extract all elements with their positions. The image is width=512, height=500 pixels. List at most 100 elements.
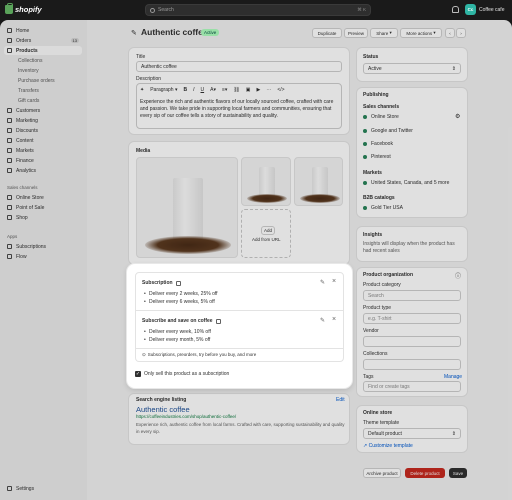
seo-edit-link[interactable]: Edit	[336, 397, 345, 403]
sidebar-item-orders[interactable]: Orders 13	[4, 36, 82, 45]
subscription-info-icon: ⊙	[142, 351, 146, 357]
share-button[interactable]: Share ▾	[370, 28, 398, 38]
status-select[interactable]: Active ⇕	[363, 63, 461, 74]
status-badge: Active	[201, 29, 220, 36]
b2b-value: Gold Tier USA	[363, 205, 403, 211]
edit-icon[interactable]: ✎	[320, 317, 325, 324]
published-dot-icon	[363, 180, 367, 185]
sidebar-item-inventory[interactable]: Inventory	[4, 66, 82, 75]
seo-title: Authentic coffee	[136, 405, 190, 414]
shopify-logo[interactable]: shopify	[5, 3, 42, 14]
insights-heading: Insights	[363, 232, 383, 238]
collections-input[interactable]	[363, 359, 461, 370]
sidebar-item-transfers[interactable]: Transfers	[4, 86, 82, 95]
product-image-main[interactable]	[136, 157, 238, 258]
customize-template-link[interactable]: ↗ Customize template	[363, 443, 413, 449]
description-text[interactable]: Experience the rich and authentic flavor…	[140, 99, 338, 120]
type-input[interactable]: e.g. T-shirt	[363, 313, 461, 324]
sparkle-icon[interactable]: ✦	[140, 87, 144, 93]
bank-icon	[7, 158, 12, 163]
discount-icon	[7, 128, 12, 133]
shop-icon	[7, 215, 12, 220]
chevron-down-icon: ▾	[389, 30, 392, 35]
channel-facebook: Facebook	[363, 141, 393, 147]
save-button[interactable]: Save	[449, 468, 467, 478]
bold-icon[interactable]: B	[183, 87, 187, 93]
content-icon	[7, 138, 12, 143]
manage-channels-icon[interactable]: ⚙	[455, 113, 460, 120]
next-product-button[interactable]: ›	[456, 28, 466, 38]
chevron-left-icon: ‹	[449, 30, 451, 36]
tags-manage-link[interactable]: Manage	[444, 374, 462, 380]
sidebar-item-products[interactable]: Products	[4, 46, 82, 55]
type-label: Product type	[363, 305, 392, 311]
text-color-icon[interactable]: A▾	[210, 87, 216, 93]
sidebar-item-flow[interactable]: Flow	[4, 252, 82, 261]
sidebar-item-settings[interactable]: Settings	[4, 484, 82, 493]
search-shortcut: ⌘ K	[357, 7, 366, 12]
sidebar-item-point-of-sale[interactable]: Point of Sale	[4, 203, 82, 212]
image-icon[interactable]: ▣	[246, 87, 251, 93]
tags-input[interactable]: Find or create tags	[363, 381, 461, 392]
subscriptions-app-footer[interactable]: ⊙ Subscriptions, preorders, try before yo…	[135, 348, 344, 362]
code-icon[interactable]: </>	[277, 87, 284, 93]
previous-product-button[interactable]: ‹	[445, 28, 455, 38]
store-name[interactable]: Coffee cafe	[479, 7, 504, 13]
edit-icon[interactable]: ✎	[320, 279, 325, 286]
archive-product-button[interactable]: Archive product	[363, 468, 401, 478]
paragraph-select[interactable]: Paragraph ▾	[150, 87, 177, 93]
close-icon[interactable]: ×	[332, 316, 336, 323]
theme-template-label: Theme template	[363, 420, 400, 426]
sidebar-item-finance[interactable]: Finance	[4, 156, 82, 165]
sidebar-item-markets[interactable]: Markets	[4, 146, 82, 155]
organization-heading: Product organization	[363, 272, 413, 278]
sidebar-item-analytics[interactable]: Analytics	[4, 166, 82, 175]
sidebar-item-shop[interactable]: Shop	[4, 213, 82, 222]
orders-icon	[7, 38, 12, 43]
person-icon	[7, 108, 12, 113]
store-avatar[interactable]: Cc	[465, 4, 476, 15]
search-placeholder: Search	[158, 7, 174, 13]
align-icon[interactable]: ≡▾	[222, 87, 227, 93]
theme-template-select[interactable]: Default product ⇕	[363, 428, 461, 439]
link-icon[interactable]: ⛓	[233, 87, 239, 93]
more-actions-button[interactable]: More actions ▾	[400, 28, 442, 38]
add-media-button[interactable]: Add	[261, 226, 276, 235]
sidebar-item-online-store[interactable]: Online Store	[4, 193, 82, 202]
underline-icon[interactable]: U	[200, 87, 204, 93]
search-input[interactable]: Search ⌘ K	[145, 4, 371, 16]
duplicate-button[interactable]: Duplicate	[312, 28, 342, 38]
preview-button[interactable]: Preview	[344, 28, 368, 38]
calendar-icon	[215, 318, 221, 324]
video-icon[interactable]: ▶	[257, 87, 261, 93]
add-from-url-link[interactable]: Add from URL	[252, 237, 281, 242]
sidebar-item-subscriptions[interactable]: Subscriptions	[4, 242, 82, 251]
bell-icon[interactable]	[452, 6, 459, 13]
media-label: Media	[136, 148, 151, 154]
coffee-bag-image	[173, 178, 203, 242]
markets-value: United States, Canada, and 5 more	[363, 180, 449, 186]
delete-product-button[interactable]: Delete product	[405, 468, 445, 478]
category-input[interactable]: Search	[363, 290, 461, 301]
subscriptions-icon	[7, 244, 12, 249]
add-media-dropzone[interactable]: Add Add from URL	[241, 209, 291, 258]
external-link-icon: ↗	[363, 443, 368, 449]
sidebar-item-collections[interactable]: Collections	[4, 56, 82, 65]
italic-icon[interactable]: I	[193, 87, 194, 93]
title-input[interactable]: Authentic coffee	[136, 61, 342, 72]
sidebar-item-purchase-orders[interactable]: Purchase orders	[4, 76, 82, 85]
close-icon[interactable]: ×	[332, 278, 336, 285]
plan-option: Deliver every 6 weeks, 5% off	[144, 299, 215, 305]
product-image-3[interactable]	[294, 157, 343, 206]
sidebar-item-discounts[interactable]: Discounts	[4, 126, 82, 135]
sidebar-item-customers[interactable]: Customers	[4, 106, 82, 115]
vendor-input[interactable]	[363, 336, 461, 347]
more-icon[interactable]: ⋯	[266, 87, 271, 93]
sidebar-item-gift-cards[interactable]: Gift cards	[4, 96, 82, 105]
sidebar-item-content[interactable]: Content	[4, 136, 82, 145]
sidebar-item-home[interactable]: Home	[4, 26, 82, 35]
only-subscription-checkbox[interactable]: ✓	[135, 371, 141, 377]
sidebar-item-marketing[interactable]: Marketing	[4, 116, 82, 125]
product-image-2[interactable]	[241, 157, 291, 206]
info-icon[interactable]: ⓘ	[455, 271, 461, 280]
